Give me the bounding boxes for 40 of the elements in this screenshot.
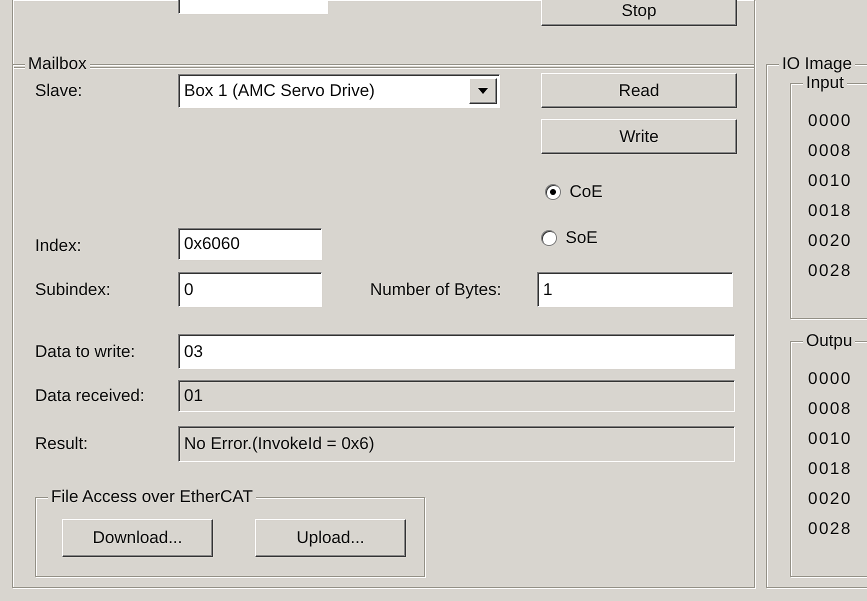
text-field[interactable] [178, 0, 328, 14]
address-label: 0020 [808, 230, 853, 252]
group-title: Input [803, 73, 847, 93]
field-label: Number of Bytes: [370, 278, 502, 301]
field-label: Index: [35, 235, 82, 257]
address-label: 0000 [808, 110, 853, 132]
data-field: 01 [178, 380, 735, 412]
radio-icon[interactable] [545, 184, 561, 200]
field-label: Data received: [35, 385, 146, 408]
address-label: 0008 [808, 398, 853, 420]
field-label: Slave: [35, 80, 84, 102]
read-button[interactable]: Read [541, 73, 737, 108]
radio-icon[interactable] [541, 230, 557, 246]
result-field: No Error.(InvokeId = 0x6) [178, 426, 735, 462]
address-label: 0018 [808, 200, 853, 222]
address-label: 0008 [808, 140, 853, 162]
address-label: 0010 [808, 428, 853, 450]
field-label: Result: [35, 433, 89, 456]
file-button[interactable]: Download... [62, 519, 213, 557]
address-label: 0020 [808, 488, 853, 510]
radio-label[interactable]: CoE [570, 179, 603, 205]
field-label: Data to write: [35, 340, 136, 363]
caret-icon[interactable] [469, 78, 497, 104]
address-label: 0028 [808, 260, 853, 282]
group-title: Outpu [803, 331, 856, 351]
subindex-field[interactable]: 0 [178, 272, 322, 307]
address-label: 0000 [808, 368, 853, 390]
file-button[interactable]: Upload... [255, 519, 406, 557]
index-field[interactable]: 0x6060 [178, 228, 322, 260]
slave-dropdown[interactable]: Box 1 (AMC Servo Drive) [178, 74, 500, 108]
radio-label[interactable]: SoE [566, 225, 598, 250]
bytes-field[interactable]: 1 [537, 272, 733, 307]
field-label: Subindex: [35, 278, 112, 301]
stop-button[interactable]: Stop [541, 0, 737, 26]
address-label: 0018 [808, 458, 853, 480]
write-button[interactable]: Write [541, 119, 737, 154]
data-field[interactable]: 03 [178, 334, 735, 369]
address-label: 0028 [808, 518, 853, 540]
address-label: 0010 [808, 170, 853, 192]
group-title: IO Image [779, 54, 855, 74]
